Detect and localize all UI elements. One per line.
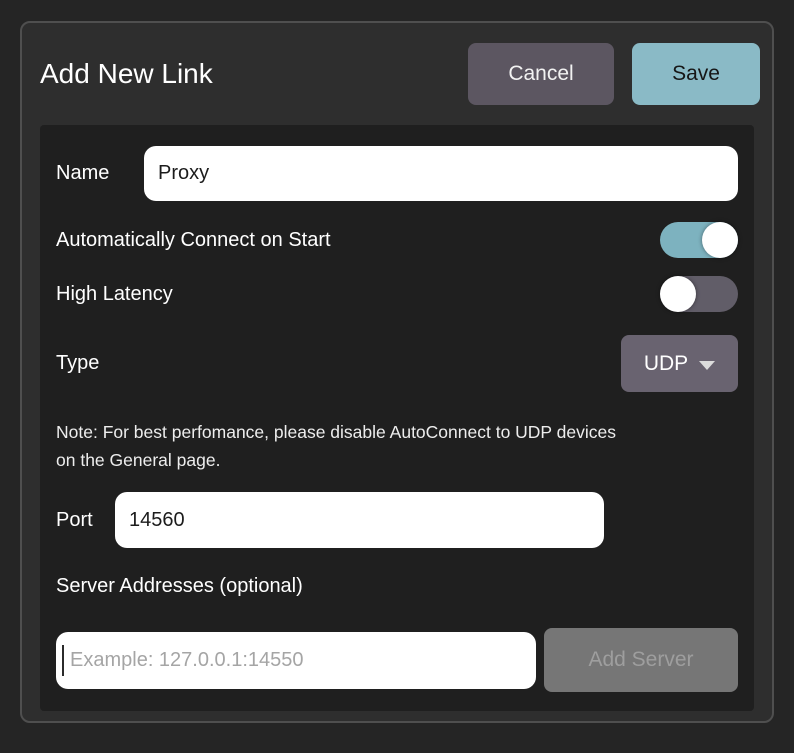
high-latency-label: High Latency xyxy=(56,283,173,306)
cancel-button[interactable]: Cancel xyxy=(468,43,614,105)
port-row: Port xyxy=(56,492,738,548)
type-row: Type UDP xyxy=(56,335,738,392)
type-label: Type xyxy=(56,352,99,375)
type-dropdown[interactable]: UDP xyxy=(621,335,738,392)
dialog-title: Add New Link xyxy=(40,58,468,90)
add-server-button[interactable]: Add Server xyxy=(544,628,738,692)
server-address-input[interactable] xyxy=(56,632,536,689)
auto-connect-label: Automatically Connect on Start xyxy=(56,229,331,252)
save-button[interactable]: Save xyxy=(632,43,760,105)
auto-connect-toggle[interactable] xyxy=(660,222,738,258)
udp-performance-note: Note: For best perfomance, please disabl… xyxy=(56,418,738,474)
name-label: Name xyxy=(56,162,144,185)
auto-connect-row: Automatically Connect on Start xyxy=(56,222,738,258)
note-line-2: on the General page. xyxy=(56,446,738,474)
server-addresses-label: Server Addresses (optional) xyxy=(56,575,738,598)
link-settings-panel: Name Automatically Connect on Start High… xyxy=(40,125,754,711)
dialog-header: Add New Link Cancel Save xyxy=(22,23,772,125)
chevron-down-icon xyxy=(699,361,715,370)
text-caret xyxy=(62,645,64,676)
name-input[interactable] xyxy=(144,146,738,201)
toggle-knob xyxy=(702,222,738,258)
port-label: Port xyxy=(56,509,115,532)
port-input[interactable] xyxy=(115,492,604,548)
high-latency-toggle[interactable] xyxy=(660,276,738,312)
dialog-header-buttons: Cancel Save xyxy=(468,43,760,105)
server-address-input-wrap xyxy=(56,632,536,689)
toggle-knob xyxy=(660,276,696,312)
server-address-row: Add Server xyxy=(56,628,738,692)
type-dropdown-value: UDP xyxy=(644,352,688,376)
high-latency-row: High Latency xyxy=(56,276,738,312)
name-row: Name xyxy=(56,125,738,201)
add-new-link-dialog: Add New Link Cancel Save Name Automatica… xyxy=(20,21,774,723)
note-line-1: Note: For best perfomance, please disabl… xyxy=(56,418,738,446)
